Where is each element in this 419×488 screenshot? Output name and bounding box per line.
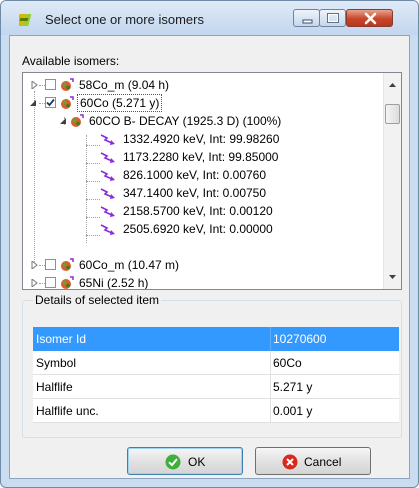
- gamma-ray-icon: [100, 188, 115, 199]
- scroll-up-arrow-icon[interactable]: [384, 77, 401, 93]
- gamma-ray-icon: [100, 152, 115, 163]
- checkmark-icon: [46, 98, 55, 107]
- collapse-arrow-icon[interactable]: [29, 99, 37, 107]
- details-legend: Details of selected item: [33, 293, 162, 307]
- nucleus-icon: [61, 258, 74, 271]
- details-row-halflife-unc[interactable]: Halflife unc. 0.001 y: [33, 399, 399, 423]
- collapse-arrow-icon[interactable]: [59, 117, 67, 125]
- gamma-line-label: 2505.6920 keV, Int: 0.00000: [123, 222, 273, 236]
- title-bar[interactable]: Select one or more isomers: [1, 1, 418, 35]
- isomer-checkbox[interactable]: [45, 79, 56, 90]
- isomer-tree[interactable]: 58Co_m (9.04 h) 60Co (5.271 y) 60CO B- D…: [22, 72, 402, 290]
- checkmark-circle-icon: [165, 454, 181, 470]
- scrollbar-thumb[interactable]: [385, 104, 400, 124]
- details-value: 60Co: [273, 356, 302, 370]
- tree-item-label: 65Ni (2.52 h): [79, 276, 149, 290]
- gamma-line-item[interactable]: 2158.5700 keV, Int: 0.00120: [23, 202, 383, 220]
- tree-item-decay[interactable]: 60CO B- DECAY (1925.3 D) (100%): [23, 112, 383, 130]
- gamma-line-label: 1173.2280 keV, Int: 99.85000: [123, 150, 279, 164]
- scroll-down-arrow-icon[interactable]: [384, 269, 401, 285]
- tree-item-58co-m[interactable]: 58Co_m (9.04 h): [23, 76, 383, 94]
- gamma-ray-icon: [100, 170, 115, 181]
- gamma-line-item[interactable]: 1173.2280 keV, Int: 99.85000: [23, 148, 383, 166]
- isomer-checkbox-checked[interactable]: [45, 97, 56, 108]
- expand-arrow-icon[interactable]: [31, 279, 39, 287]
- tree-item-label: 60Co_m (10.47 m): [79, 258, 180, 272]
- gamma-line-item[interactable]: 2505.6920 keV, Int: 0.00000: [23, 220, 383, 238]
- details-key: Symbol: [36, 356, 77, 370]
- maximize-icon: [327, 13, 339, 23]
- isomer-checkbox[interactable]: [45, 277, 56, 288]
- cancel-x-icon: [282, 454, 298, 470]
- tree-item-label: 60CO B- DECAY (1925.3 D) (100%): [89, 114, 282, 128]
- tree-item-label: 58Co_m (9.04 h): [79, 78, 170, 92]
- expand-arrow-icon[interactable]: [31, 81, 39, 89]
- gamma-line-label: 1332.4920 keV, Int: 99.98260: [123, 132, 280, 146]
- isomer-checkbox[interactable]: [45, 259, 56, 270]
- nucleus-icon: [61, 96, 74, 109]
- details-row-symbol[interactable]: Symbol 60Co: [33, 351, 399, 375]
- window-title: Select one or more isomers: [45, 12, 204, 27]
- gamma-line-item[interactable]: 347.1400 keV, Int: 0.00750: [23, 184, 383, 202]
- expand-arrow-icon[interactable]: [31, 261, 39, 269]
- ok-button[interactable]: OK: [127, 447, 243, 475]
- gamma-ray-icon: [100, 224, 115, 235]
- details-key: Halflife: [36, 380, 73, 394]
- details-row-isomer-id[interactable]: Isomer Id 10270600: [33, 327, 399, 351]
- isotope-app-icon: [19, 14, 32, 26]
- close-icon: [364, 12, 377, 25]
- cancel-button[interactable]: Cancel: [255, 447, 371, 475]
- gamma-line-label: 347.1400 keV, Int: 0.00750: [123, 186, 267, 200]
- maximize-button[interactable]: [319, 9, 346, 27]
- available-isomers-label: Available isomers:: [22, 54, 120, 68]
- details-key: Isomer Id: [36, 332, 87, 346]
- gamma-line-item[interactable]: 826.1000 keV, Int: 0.00760: [23, 166, 383, 184]
- gamma-line-label: 2158.5700 keV, Int: 0.00120: [123, 204, 273, 218]
- decay-icon: [71, 114, 84, 127]
- tree-item-60co-m[interactable]: 60Co_m (10.47 m): [23, 256, 383, 274]
- details-row-halflife[interactable]: Halflife 5.271 y: [33, 375, 399, 399]
- tree-scrollbar[interactable]: [383, 73, 401, 289]
- gamma-line-item[interactable]: 1332.4920 keV, Int: 99.98260: [23, 130, 383, 148]
- details-value: 5.271 y: [273, 380, 313, 394]
- details-value: 0.001 y: [273, 404, 313, 418]
- minimize-icon: [302, 19, 313, 24]
- cancel-button-label: Cancel: [304, 455, 342, 469]
- gamma-ray-icon: [100, 206, 115, 217]
- nucleus-icon: [61, 78, 74, 91]
- gamma-line-label: 826.1000 keV, Int: 0.00760: [123, 168, 267, 182]
- ok-button-label: OK: [188, 455, 206, 469]
- close-button[interactable]: [346, 9, 393, 27]
- tree-item-65ni[interactable]: 65Ni (2.52 h): [23, 274, 383, 290]
- details-value: 10270600: [273, 332, 327, 346]
- nucleus-icon: [61, 276, 74, 289]
- details-grid[interactable]: Isomer Id 10270600 Symbol 60Co Halflife …: [33, 327, 399, 423]
- details-key: Halflife unc.: [36, 404, 99, 418]
- gamma-ray-icon: [100, 134, 115, 145]
- tree-item-label: 60Co (5.271 y): [77, 94, 163, 112]
- minimize-button[interactable]: [293, 9, 320, 27]
- tree-item-60co[interactable]: 60Co (5.271 y): [23, 94, 383, 112]
